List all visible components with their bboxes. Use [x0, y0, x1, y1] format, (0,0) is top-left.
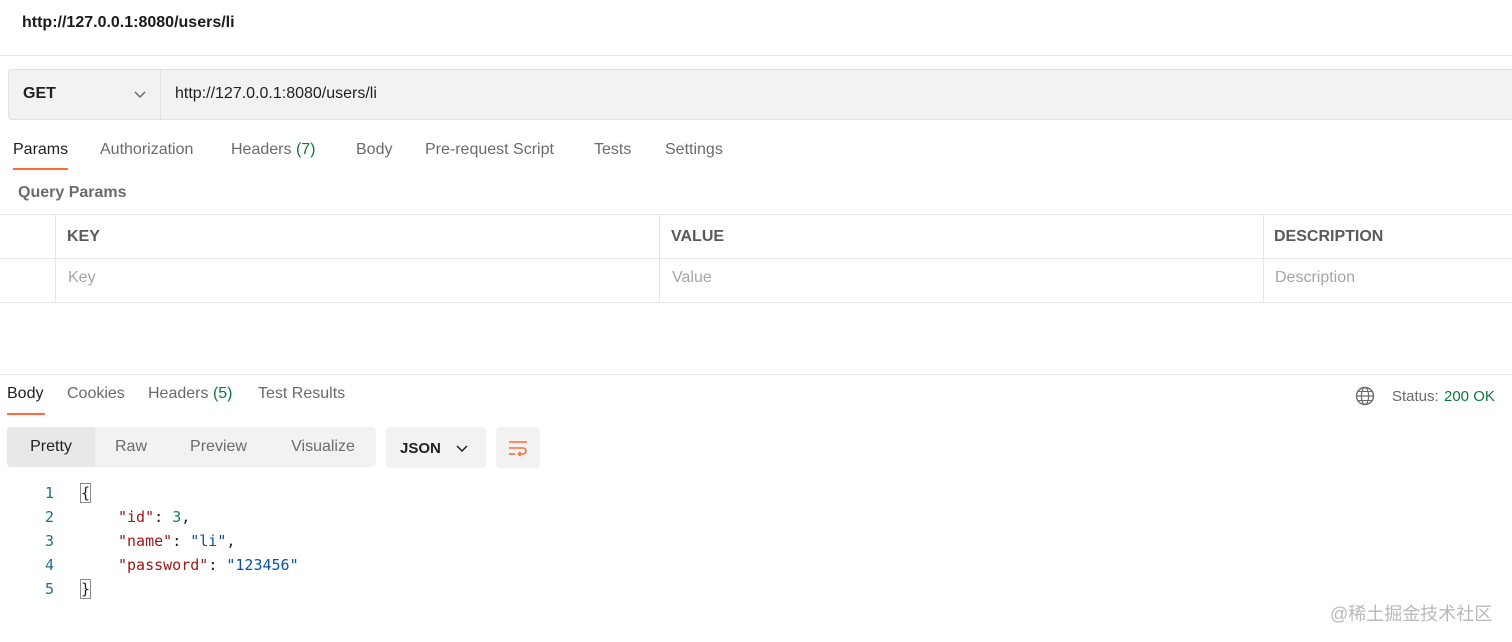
table-divider: [659, 214, 660, 303]
column-header-key: KEY: [67, 228, 100, 245]
table-divider: [1263, 214, 1264, 303]
json-key: "password": [118, 556, 209, 574]
wrap-lines-button[interactable]: [496, 427, 540, 468]
wrap-lines-icon: [509, 441, 527, 457]
json-key: "id": [118, 508, 155, 526]
column-header-description: DESCRIPTION: [1274, 228, 1384, 245]
tab-label: Pre-request Script: [425, 141, 554, 158]
line-number: 5: [44, 580, 54, 598]
query-params-heading: Query Params: [18, 184, 127, 201]
chevron-down-icon: [134, 91, 146, 99]
tab-pre-request-script[interactable]: Pre-request Script: [425, 141, 554, 159]
tab-label: Test Results: [258, 385, 346, 402]
tab-count: (5): [212, 385, 233, 402]
active-response-tab-indicator: [7, 413, 45, 415]
tab-label: Headers: [148, 385, 209, 402]
tab-settings[interactable]: Settings: [665, 141, 723, 159]
view-mode-selector: Pretty Raw Preview Visualize: [7, 427, 376, 467]
tab-body[interactable]: Body: [356, 141, 392, 159]
tab-label: Tests: [594, 141, 632, 158]
tab-authorization[interactable]: Authorization: [100, 141, 193, 159]
table-border: [0, 214, 1512, 215]
status-value[interactable]: 200 OK: [1444, 388, 1495, 405]
chevron-down-icon: [456, 445, 468, 453]
line-number: 2: [44, 508, 54, 526]
tab-params[interactable]: Params: [13, 141, 68, 159]
line-number: 1: [44, 484, 54, 502]
view-pretty-button[interactable]: Pretty: [7, 427, 95, 467]
code-line: "id": 3,: [118, 508, 191, 526]
view-preview-button[interactable]: Preview: [171, 427, 266, 467]
column-header-value: VALUE: [671, 228, 725, 245]
method-select[interactable]: GET: [9, 70, 161, 119]
line-number: 4: [44, 556, 54, 574]
url-input[interactable]: http://127.0.0.1:8080/users/li: [175, 85, 377, 103]
tab-count: (7): [295, 141, 316, 158]
tab-label: Params: [13, 141, 69, 158]
response-tab-body[interactable]: Body: [7, 385, 43, 403]
view-raw-button[interactable]: Raw: [95, 427, 167, 467]
tab-label: Cookies: [67, 385, 125, 402]
json-punct: ,: [181, 508, 191, 526]
tab-tests[interactable]: Tests: [594, 141, 631, 159]
tab-label: Body: [356, 141, 393, 158]
json-open-brace: {: [79, 483, 92, 503]
table-border: [0, 302, 1512, 303]
code-line: {: [79, 483, 92, 503]
code-line: }: [79, 579, 92, 599]
format-label: JSON: [400, 440, 441, 457]
value-input[interactable]: Value: [672, 269, 712, 287]
request-title: http://127.0.0.1:8080/users/li: [22, 14, 235, 31]
response-divider: [0, 374, 1512, 375]
json-close-brace: }: [79, 579, 92, 599]
active-tab-indicator: [13, 168, 68, 170]
method-label: GET: [23, 85, 56, 102]
code-line: "password": "123456": [118, 556, 299, 574]
json-value: "li": [190, 532, 227, 550]
divider: [0, 55, 1512, 56]
watermark: @稀土掘金技术社区: [1330, 604, 1493, 624]
code-line: "name": "li",: [118, 532, 236, 550]
globe-icon[interactable]: [1355, 386, 1375, 406]
tab-label: Settings: [665, 141, 723, 158]
url-bar: GET http://127.0.0.1:8080/users/li: [8, 69, 1512, 120]
format-select[interactable]: JSON: [386, 427, 486, 468]
json-value: "123456": [226, 556, 299, 574]
line-number: 3: [44, 532, 54, 550]
view-visualize-button[interactable]: Visualize: [270, 427, 376, 467]
description-input[interactable]: Description: [1275, 269, 1355, 287]
tab-label: Body: [7, 385, 44, 402]
json-punct: ,: [226, 532, 236, 550]
response-tab-test-results[interactable]: Test Results: [258, 385, 345, 403]
table-divider: [55, 214, 56, 303]
tab-label: Authorization: [100, 141, 194, 158]
response-tab-headers[interactable]: Headers (5): [148, 385, 233, 403]
tab-headers[interactable]: Headers (7): [231, 141, 316, 159]
status-label: Status:: [1392, 388, 1439, 405]
response-tab-cookies[interactable]: Cookies: [67, 385, 125, 403]
json-key: "name": [118, 532, 173, 550]
json-value: 3: [172, 508, 182, 526]
key-input[interactable]: Key: [68, 269, 96, 287]
tab-label: Headers: [231, 141, 292, 158]
table-border: [0, 258, 1512, 259]
